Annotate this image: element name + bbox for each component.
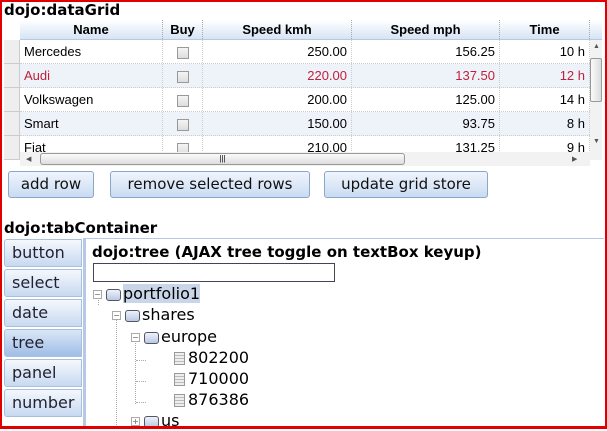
window-border — [0, 0, 607, 429]
